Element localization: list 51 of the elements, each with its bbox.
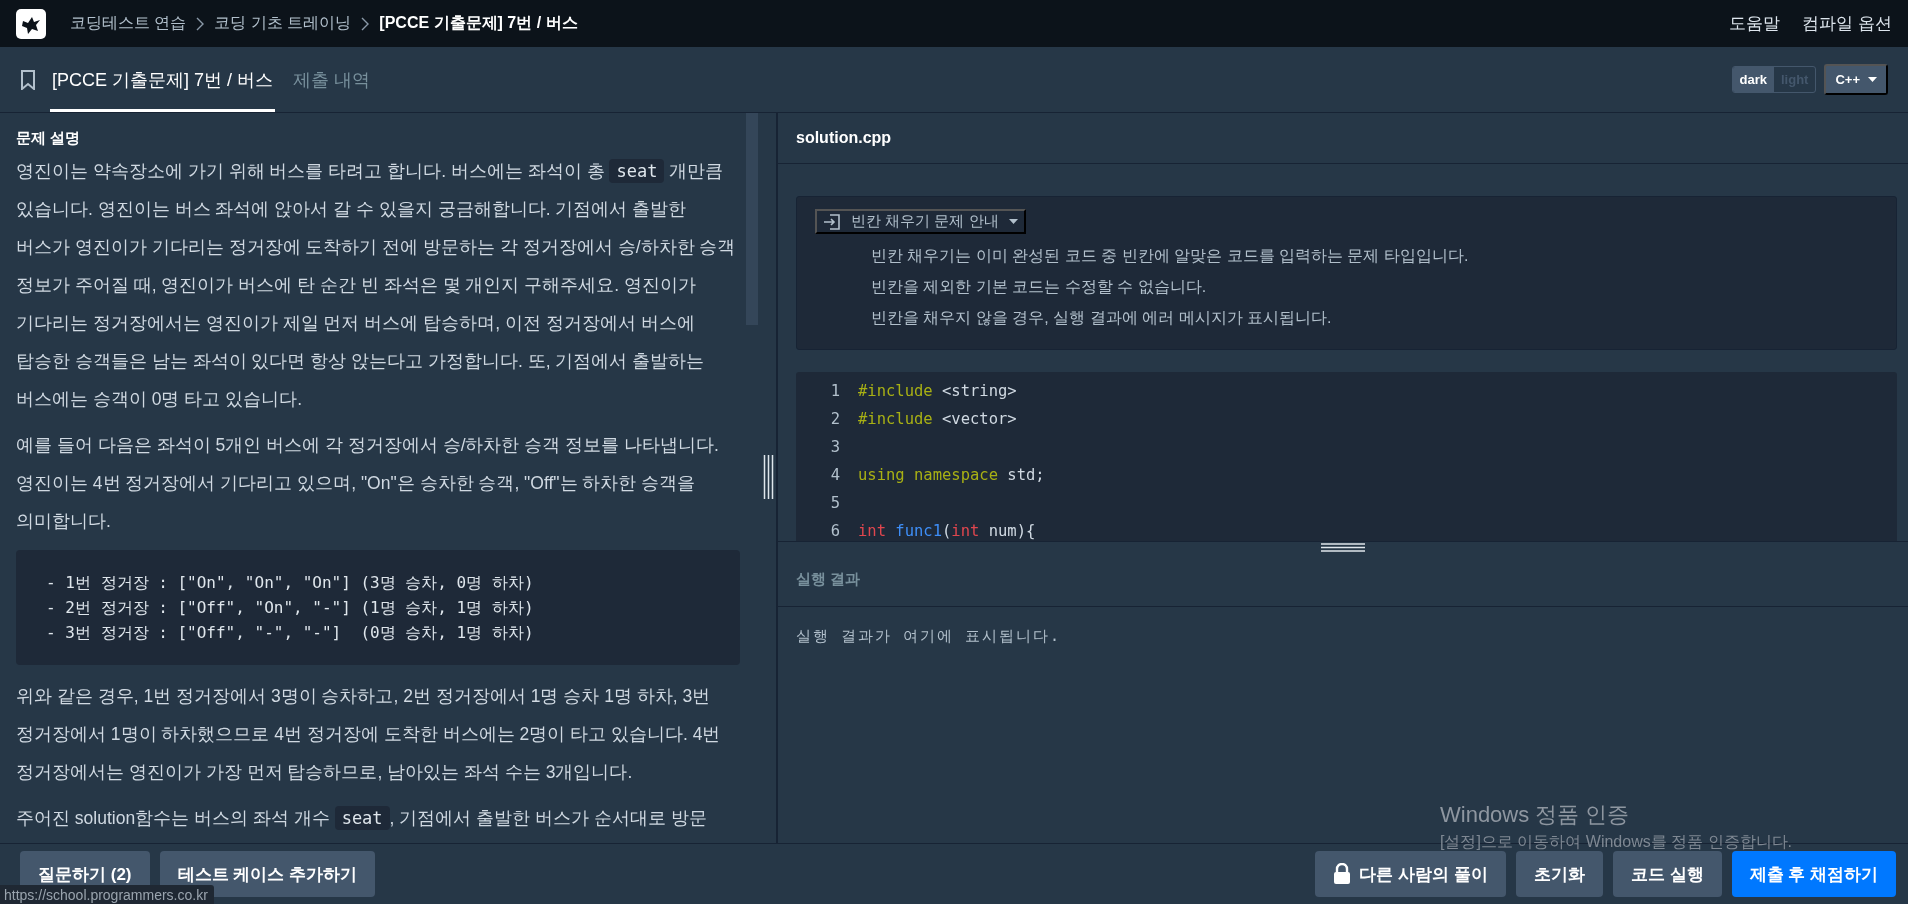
tab[interactable]: [PCCE 기출문제] 7번 / 버스 bbox=[50, 47, 276, 112]
nav-link[interactable]: 도움말 bbox=[1729, 12, 1781, 35]
logo-icon[interactable] bbox=[16, 8, 46, 39]
code-line: int func1(int num){ bbox=[858, 521, 1036, 541]
code-editor[interactable]: 1 #include <string> 2 #include <vector> 3 4 using namespace std; 5 6 int func1(int num){ bbox=[796, 372, 1897, 541]
code-line: using namespace std; bbox=[858, 465, 1045, 486]
activation-notice-text: [설정]으로 이동하여 Windows를 정품 인증합니다. bbox=[1440, 832, 1793, 852]
output-heading: 실행 결과 bbox=[778, 552, 1908, 607]
line-number: 6 bbox=[829, 521, 840, 541]
theme-option[interactable]: dark bbox=[1732, 67, 1774, 92]
line-number: 4 bbox=[829, 465, 840, 486]
enter-icon bbox=[823, 213, 841, 230]
line-number: 5 bbox=[829, 493, 840, 514]
resize-handle-icon[interactable] bbox=[1321, 542, 1365, 552]
action-button[interactable]: 초기화 bbox=[1515, 851, 1603, 897]
nav-link[interactable]: 컴파일 옵션 bbox=[1802, 12, 1892, 35]
lock-icon bbox=[1333, 863, 1352, 885]
scrollbar-thumb[interactable] bbox=[746, 113, 758, 325]
file-name: solution.cpp bbox=[778, 113, 1908, 164]
line-number: 3 bbox=[829, 437, 840, 458]
breadcrumb-link[interactable]: [PCCE 기출문제] 7번 / 버스 bbox=[379, 13, 578, 34]
section-heading: 문제 설명 bbox=[16, 129, 82, 148]
guide-text: 빈칸을 채우지 않을 경우, 실행 결과에 에러 메시지가 표시됩니다. bbox=[870, 308, 1333, 328]
guide-toggle[interactable]: 빈칸 채우기 문제 안내 bbox=[815, 209, 1026, 234]
caret-icon bbox=[1008, 219, 1018, 224]
language-dropdown[interactable]: C++ bbox=[1824, 64, 1888, 95]
breadcrumb-link[interactable]: 코딩테스트 연습 bbox=[70, 13, 187, 34]
resize-handle-icon[interactable] bbox=[763, 455, 774, 499]
caret-icon bbox=[1868, 77, 1877, 82]
action-button[interactable]: 코드 실행 bbox=[1612, 851, 1722, 897]
tab[interactable]: 제출 내역 bbox=[291, 47, 373, 112]
line-number: 2 bbox=[829, 409, 840, 430]
example-code-block: - 1번 정거장 : ["On", "On", "On"] (3명 승차, 0명 하차) - 2번 정거장 : ["Off", "On", "-"] (1명 승차, 1명 하차) - 3번 정거장 : ["Off", "-", "-"] (0명 승차, 1명 하차) bbox=[16, 550, 740, 665]
submit-button[interactable]: 제출 후 채점하기 bbox=[1731, 851, 1896, 897]
activation-notice-title: Windows 정품 인증 bbox=[1440, 801, 1631, 829]
line-number: 1 bbox=[829, 381, 840, 402]
code-line: #include <string> bbox=[858, 381, 1017, 402]
chevron-right-icon bbox=[196, 16, 205, 31]
solutions-button[interactable]: 다른 사람의 풀이 bbox=[1315, 851, 1506, 897]
code-line: #include <vector> bbox=[858, 409, 1017, 430]
output-message: 실행 결과가 여기에 표시됩니다. bbox=[795, 626, 1063, 647]
bookmark-icon[interactable] bbox=[20, 69, 36, 90]
guide-text: 빈칸을 제외한 기본 코드는 수정할 수 없습니다. bbox=[870, 277, 1208, 297]
description-paragraph: 주어진 solution함수는 버스의 좌석 개수 seat , 기점에서 출발한 버스가 순서대로 방문 bbox=[16, 805, 708, 832]
description-paragraph: 위와 같은 경우, 1번 정거장에서 3명이 승차하고, 2번 정거장에서 1명 승차 1명 하차, 3번 정거장에서 1명이 하차했으므로 4번 정거장에 도착한 버스에는 2명이 타고 있습니다. 4번 정거장에서는 영진이가 가장 먼저 탑승하므로, 남아있는 좌석 수는 3개입니다. bbox=[16, 685, 722, 784]
link-url-tooltip: https://school.programmers.co.kr bbox=[0, 885, 214, 904]
description-paragraph: 예를 들어 다음은 좌석이 5개인 버스에 각 정거장에서 승/하차한 승객 정보를 나타냅니다. 영진이는 4번 정거장에서 기다리고 있으며, "On"은 승차한 승객, "Off"는 하차한 승객을 의미합니다. bbox=[16, 434, 720, 533]
guide-text: 빈칸 채우기는 이미 완성된 코드 중 빈칸에 알맞은 코드를 입력하는 문제 타입입니다. bbox=[870, 246, 1470, 266]
breadcrumb-link[interactable]: 코딩 기초 트레이닝 bbox=[214, 13, 352, 34]
description-paragraph: 영진이는 약속장소에 가기 위해 버스를 타려고 합니다. 버스에는 좌석이 총 seat 개만큼 있습니다. 영진이는 버스 좌석에 앉아서 갈 수 있을지 궁금해합니다. 기점에서 출발한 버스가 영진이가 기다리는 정거장에 도착하기 전에 방문하는 각 정거장에서 승/하차한 승객 정보가 주어질 때, 영진이가 버스에 탄 순간 빈 좌석은 몇 개인지 구해주세요. 영진이가 기다리는 정거장에서는 영진이가 제일 먼저 버스에 탑승하며, 이전 정거장에서 버스에 탑승한 승객들은 남는 좌석이 있다면 항상 앉는다고 가정합니다. 또, 기점에서 출발하는 버스에는 승객이 0명 타고 있습니다. bbox=[16, 158, 737, 411]
chevron-right-icon bbox=[361, 16, 370, 31]
